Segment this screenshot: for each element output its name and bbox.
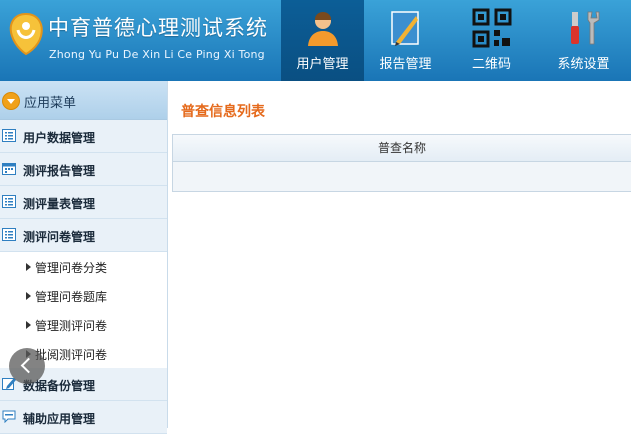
sidebar-item-assessment-reports[interactable]: 测评报告管理 xyxy=(0,153,167,186)
sidebar-item-label: 测评问卷管理 xyxy=(23,230,96,244)
triangle-right-icon xyxy=(26,292,31,300)
submenu-item-label: 管理问卷题库 xyxy=(35,290,108,304)
sidebar-item-label: 用户数据管理 xyxy=(23,131,96,145)
triangle-right-icon xyxy=(26,263,31,271)
page-title: 普查信息列表 xyxy=(181,104,265,120)
submenu-item-manage-questionnaires[interactable]: 管理测评问卷 xyxy=(0,310,167,339)
nav-label: 报告管理 xyxy=(379,57,432,72)
table-row xyxy=(172,162,631,192)
list-icon xyxy=(2,129,16,142)
list-icon xyxy=(2,228,16,241)
sidebar-item-aux-apps[interactable]: 辅助应用管理 xyxy=(0,401,167,434)
menu-title: 应用菜单 xyxy=(24,96,77,111)
sidebar-item-questionnaires[interactable]: 测评问卷管理 xyxy=(0,219,167,252)
nav-report-management[interactable]: 报告管理 xyxy=(364,0,447,81)
nav-user-management[interactable]: 用户管理 xyxy=(281,0,364,81)
triangle-right-icon xyxy=(26,321,31,329)
sidebar-item-user-data[interactable]: 用户数据管理 xyxy=(0,120,167,153)
app-title: 中育普德心理测试系统 xyxy=(48,16,268,40)
chat-icon xyxy=(2,410,16,423)
submenu-item-label: 批阅测评问卷 xyxy=(35,348,108,362)
qrcode-icon xyxy=(472,8,511,48)
nav-qrcode[interactable]: 二维码 xyxy=(447,0,536,81)
app-header: 中育普德心理测试系统 Zhong Yu Pu De Xin Li Ce Ping… xyxy=(0,0,631,81)
logo-icon xyxy=(9,12,43,56)
nav-label: 系统设置 xyxy=(557,57,610,72)
table-header-name: 普查名称 xyxy=(172,134,631,162)
calendar-icon xyxy=(2,163,16,175)
user-icon xyxy=(307,12,338,46)
main-content: 普查信息列表 普查名称 xyxy=(168,81,631,428)
nav-label: 二维码 xyxy=(471,57,511,72)
back-button[interactable] xyxy=(9,348,45,384)
report-icon xyxy=(390,11,419,46)
sidebar-item-label: 测评报告管理 xyxy=(23,164,96,178)
submenu-item-question-bank[interactable]: 管理问卷题库 xyxy=(0,281,167,310)
submenu-item-label: 管理测评问卷 xyxy=(35,319,108,333)
sidebar-item-label: 测评量表管理 xyxy=(23,197,96,211)
app-subtitle: Zhong Yu Pu De Xin Li Ce Ping Xi Tong xyxy=(49,48,265,61)
tools-icon xyxy=(570,11,599,45)
sidebar-item-assessment-scales[interactable]: 测评量表管理 xyxy=(0,186,167,219)
submenu-item-label: 管理问卷分类 xyxy=(35,261,108,275)
submenu-item-questionnaire-categories[interactable]: 管理问卷分类 xyxy=(0,252,167,281)
sidebar-item-label: 辅助应用管理 xyxy=(23,412,96,426)
nav-label: 用户管理 xyxy=(296,57,349,72)
top-nav: 用户管理 报告管理 二维码 系统设置 xyxy=(281,0,631,81)
survey-table: 普查名称 xyxy=(172,134,631,192)
nav-system-settings[interactable]: 系统设置 xyxy=(536,0,631,81)
list-icon xyxy=(2,195,16,208)
chevron-down-icon xyxy=(2,92,20,110)
menu-header[interactable]: 应用菜单 xyxy=(0,81,167,120)
